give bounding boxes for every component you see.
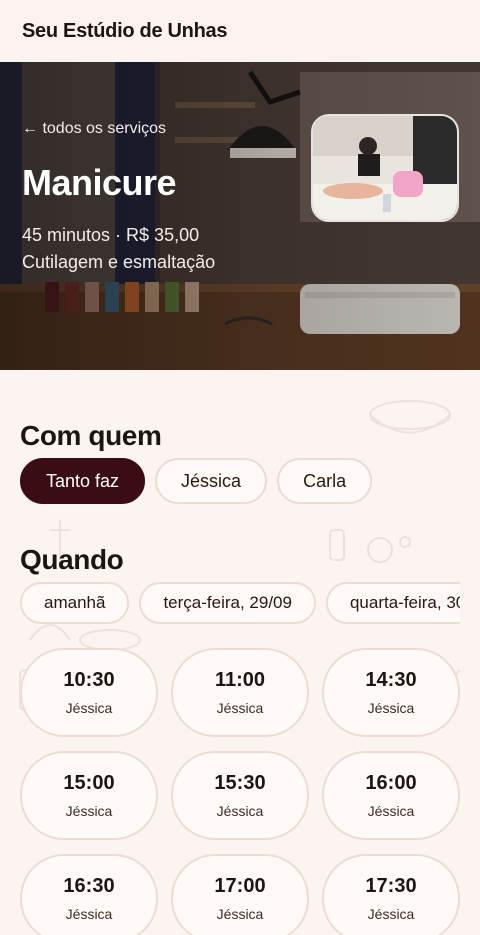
slot-time: 14:30 [365, 669, 417, 691]
slot-professional: Jéssica [216, 700, 264, 716]
slot-professional: Jéssica [65, 906, 113, 922]
slot-professional: Jéssica [65, 803, 113, 819]
brand-title: Seu Estúdio de Unhas [22, 19, 228, 42]
time-slot-grid: 10:30 Jéssica 11:00 Jéssica 14:30 Jéssic… [20, 648, 460, 935]
service-hero: ← todos os serviços Manicure 45 minutos … [0, 62, 480, 370]
slot-time: 16:00 [365, 772, 417, 794]
professional-selector: Tanto faz Jéssica Carla [20, 458, 460, 504]
slot-time: 16:30 [63, 875, 115, 897]
with-whom-heading: Com quem [20, 420, 162, 451]
time-slot[interactable]: 16:30 Jéssica [20, 854, 158, 935]
slot-professional: Jéssica [367, 803, 415, 819]
slot-professional: Jéssica [216, 906, 264, 922]
slot-professional: Jéssica [367, 906, 415, 922]
slot-time: 15:30 [214, 772, 266, 794]
time-slot[interactable]: 15:00 Jéssica [20, 751, 158, 840]
time-slot[interactable]: 17:30 Jéssica [322, 854, 460, 935]
professional-option-carla[interactable]: Carla [277, 458, 373, 504]
time-slot[interactable]: 15:30 Jéssica [171, 751, 309, 840]
time-slot[interactable]: 11:00 Jéssica [171, 648, 309, 737]
date-selector: amanhã terça-feira, 29/09 quarta-feira, … [20, 582, 460, 624]
time-slot[interactable]: 16:00 Jéssica [322, 751, 460, 840]
slot-time: 17:30 [365, 875, 417, 897]
date-option-wednesday[interactable]: quarta-feira, 30/09 [325, 582, 460, 624]
slot-time: 10:30 [63, 669, 115, 691]
slot-professional: Jéssica [367, 700, 415, 716]
service-duration-price: 45 minutos · R$ 35,00 [22, 225, 200, 245]
date-option-tuesday[interactable]: terça-feira, 29/09 [139, 582, 316, 624]
service-photo [311, 114, 459, 222]
time-slot[interactable]: 10:30 Jéssica [20, 648, 158, 737]
salon-photo-image [313, 116, 457, 220]
time-slot[interactable]: 17:00 Jéssica [171, 854, 309, 935]
slot-time: 15:00 [63, 772, 115, 794]
service-description: Cutilagem e esmaltação [22, 252, 216, 272]
when-heading: Quando [20, 544, 124, 575]
professional-option-jessica[interactable]: Jéssica [155, 458, 268, 504]
professional-option-any[interactable]: Tanto faz [20, 458, 146, 504]
slot-professional: Jéssica [65, 700, 113, 716]
booking-content: Com quem Tanto faz Jéssica Carla Quando … [0, 370, 480, 935]
top-bar: Seu Estúdio de Unhas [0, 0, 480, 62]
slot-time: 17:00 [214, 875, 266, 897]
time-slot[interactable]: 14:30 Jéssica [322, 648, 460, 737]
back-to-services-link[interactable]: ← todos os serviços [22, 120, 166, 138]
service-title: Manicure [22, 162, 177, 203]
slot-professional: Jéssica [216, 803, 264, 819]
slot-time: 11:00 [214, 669, 266, 691]
date-option-tomorrow[interactable]: amanhã [20, 582, 130, 624]
